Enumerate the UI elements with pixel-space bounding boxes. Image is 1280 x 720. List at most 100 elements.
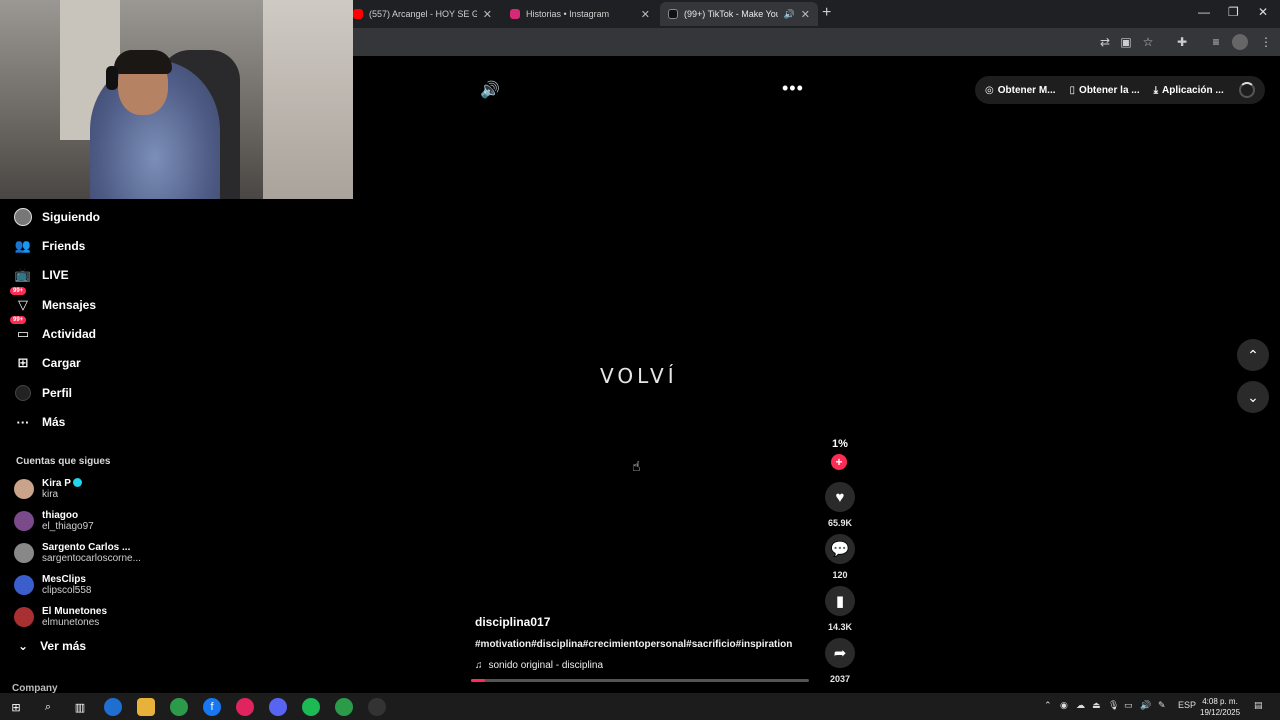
button-label: Aplicación ... (1162, 84, 1224, 96)
new-tab-button[interactable]: + (822, 4, 831, 22)
video-progress-fill (471, 679, 485, 682)
avatar (14, 607, 34, 627)
share-button[interactable]: ➦ 2037 (824, 638, 856, 684)
save-button[interactable]: ▮ 14.3K (824, 586, 856, 632)
follow-plus-button[interactable]: + (831, 454, 847, 470)
percent-label: 1% (832, 438, 848, 450)
sidebar-item-cargar[interactable]: ⊞ Cargar (14, 352, 81, 374)
tray-network-icon[interactable]: ▭ (1124, 700, 1133, 711)
chevron-down-icon: ⌄ (1247, 388, 1259, 405)
next-video-button[interactable]: ⌄ (1237, 381, 1269, 413)
friends-icon: 👥 (14, 238, 32, 253)
phone-icon: ▯ (1069, 84, 1076, 96)
save-count: 14.3K (827, 622, 853, 632)
sidebar-item-siguiendo[interactable]: Siguiendo (14, 206, 100, 228)
sidebar-item-label: Actividad (42, 327, 97, 341)
verified-badge-icon (72, 478, 82, 487)
account-handle: sargentocarloscorne... (42, 553, 141, 564)
task-view-icon[interactable]: ▥ (71, 698, 89, 716)
taskbar-clock[interactable]: 4:08 p. m. 19/12/2025 (1200, 696, 1240, 718)
previous-video-button[interactable]: ⌃ (1237, 339, 1269, 371)
more-options-icon[interactable]: ••• (782, 78, 804, 99)
spotify-icon[interactable] (302, 698, 320, 716)
upload-icon: ⊞ (17, 355, 29, 370)
get-coins-button[interactable]: ◎ Obtener M... (985, 85, 1056, 96)
like-count: 65.9K (827, 518, 853, 528)
chrome-active-icon[interactable] (335, 698, 353, 716)
following-account[interactable]: MesClips clipscol558 (14, 571, 91, 599)
tab-instagram[interactable]: Historias • Instagram ✕ (502, 2, 658, 26)
account-handle: clipscol558 (42, 585, 92, 596)
speaker-icon[interactable]: 🔊 (784, 9, 795, 20)
discord-icon[interactable] (269, 698, 287, 716)
search-icon[interactable]: ⌕ (39, 698, 57, 716)
minimize-button[interactable]: — (1198, 5, 1210, 19)
sidebar-item-live[interactable]: 📺 LIVE (14, 264, 69, 286)
following-account[interactable]: thiagoo el_thiago97 (14, 507, 94, 535)
tray-pen-icon[interactable]: ✎ (1158, 700, 1166, 711)
sidebar-item-actividad[interactable]: ▭ 99+ Actividad (10, 316, 97, 345)
file-explorer-icon[interactable] (137, 698, 155, 716)
obs-icon[interactable] (368, 698, 386, 716)
profile-avatar[interactable] (1232, 34, 1248, 50)
video-description[interactable]: #motivation#disciplina#crecimientoperson… (475, 639, 792, 650)
see-more-button[interactable]: ⌄ Ver más (18, 639, 86, 653)
tab-tiktok[interactable]: (99+) TikTok - Make Your Da 🔊 ✕ (660, 2, 818, 26)
windows-start-icon[interactable]: ⊞ (7, 698, 25, 716)
media-control-icon[interactable]: ≡ (1208, 34, 1224, 50)
video-overlay-text: VOLVÍ (600, 364, 678, 388)
app-icon[interactable] (236, 698, 254, 716)
tray-volume-icon[interactable]: 🔊 (1140, 700, 1151, 711)
facebook-icon[interactable]: f (203, 698, 221, 716)
tray-cloud-icon[interactable]: ☁ (1076, 700, 1085, 711)
avatar-icon (14, 208, 32, 226)
video-author[interactable]: disciplina017 (475, 615, 550, 629)
sidebar-item-mas[interactable]: ··· Más (14, 411, 66, 433)
tray-record-icon[interactable]: ◉ (1060, 700, 1068, 711)
sidebar-item-friends[interactable]: 👥 Friends (14, 235, 85, 257)
avatar (14, 575, 34, 595)
webcam-person-hair (114, 50, 172, 74)
like-button[interactable]: ♥ 65.9K (824, 482, 856, 528)
activity-icon: ▭ 99+ (10, 316, 32, 343)
instagram-icon (510, 9, 520, 19)
tab-youtube[interactable]: (557) Arcangel - HOY SE GUAYA ✕ (345, 2, 500, 26)
video-sound[interactable]: ♫ sonido original - disciplina (475, 660, 603, 671)
close-tab-icon[interactable]: ✕ (483, 8, 492, 21)
account-name: thiagoo (42, 510, 79, 521)
music-note-icon: ♫ (475, 660, 483, 671)
sidebar-item-label: Más (42, 415, 66, 429)
get-app-button[interactable]: ▯ Obtener la ... (1070, 85, 1140, 96)
browser-menu-icon[interactable]: ⋮ (1258, 34, 1274, 50)
close-tab-icon[interactable]: ✕ (641, 8, 650, 21)
bookmark-star-icon[interactable]: ☆ (1140, 34, 1156, 50)
language-indicator[interactable]: ESP (1178, 700, 1196, 710)
install-icon[interactable]: ▣ (1118, 34, 1134, 50)
tray-chevron-up-icon[interactable]: ⌃ (1044, 700, 1052, 711)
extensions-icon[interactable]: ✚ (1174, 34, 1190, 50)
following-account[interactable]: Kira P kira (14, 475, 82, 503)
more-icon: ··· (16, 414, 30, 430)
close-tab-icon[interactable]: ✕ (801, 8, 810, 21)
volume-icon[interactable]: 🔊 (480, 80, 500, 100)
download-app-button[interactable]: ⤓ Aplicación ... (1154, 85, 1224, 96)
video-progress-bar[interactable] (471, 679, 809, 682)
chrome-icon[interactable] (170, 698, 188, 716)
following-account[interactable]: El Munetones elmunetones (14, 603, 107, 631)
tray-usb-icon[interactable]: ⏏ (1092, 700, 1101, 711)
following-account[interactable]: Sargento Carlos ... sargentocarloscorne.… (14, 539, 141, 567)
translate-icon[interactable]: ⇄ (1097, 34, 1113, 50)
bookmark-icon: ▮ (825, 586, 855, 616)
close-window-button[interactable]: ✕ (1258, 5, 1268, 19)
maximize-button[interactable]: ❐ (1228, 5, 1239, 19)
tray-mic-icon[interactable]: 🎙 (1108, 700, 1119, 711)
sidebar-item-mensajes[interactable]: ▽ 99+ Mensajes (10, 287, 96, 316)
avatar (14, 511, 34, 531)
account-name: Sargento Carlos ... (42, 542, 131, 553)
sidebar-item-label: Siguiendo (42, 210, 100, 224)
edge-icon[interactable] (104, 698, 122, 716)
notifications-icon[interactable]: ▤ (1254, 700, 1263, 711)
comment-button[interactable]: 💬 120 (824, 534, 856, 580)
hand-cursor-icon: ☝ (632, 458, 641, 474)
sidebar-item-perfil[interactable]: Perfil (14, 382, 72, 404)
